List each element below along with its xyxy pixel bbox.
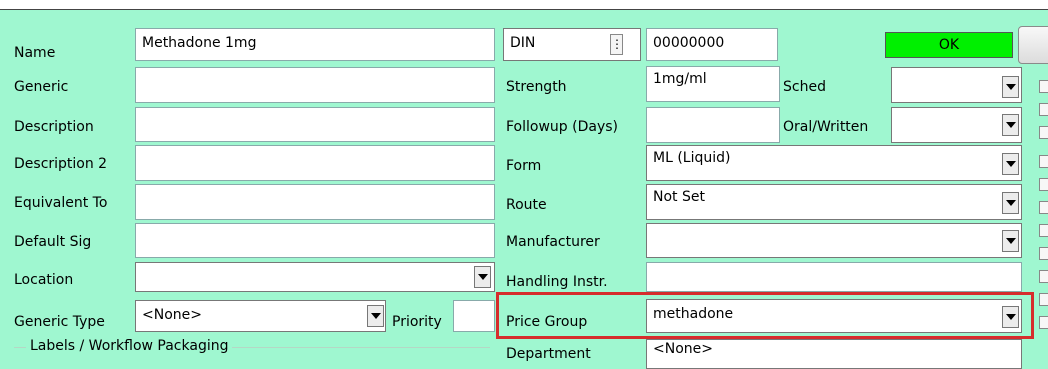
sched-dropdown-button[interactable] — [1002, 76, 1019, 98]
price-group-highlight — [496, 292, 1034, 339]
checkbox[interactable] — [1039, 80, 1048, 93]
handling-instr-label: Handling Instr. — [506, 274, 608, 290]
priority-label: Priority — [392, 314, 442, 330]
chevron-down-icon — [477, 274, 488, 280]
route-dropdown-button[interactable] — [1002, 192, 1019, 214]
department-select[interactable]: <None> — [646, 339, 1022, 369]
route-label: Route — [506, 197, 547, 213]
sched-label: Sched — [783, 79, 826, 95]
din-number-input[interactable]: 00000000 — [646, 28, 778, 61]
ok-button[interactable]: OK — [885, 32, 1013, 58]
form-select[interactable]: ML (Liquid) — [646, 145, 1022, 181]
followup-days-input[interactable] — [646, 107, 780, 143]
form-dropdown-button[interactable] — [1002, 153, 1019, 175]
equivalent-to-label: Equivalent To — [14, 195, 108, 211]
manufacturer-select[interactable] — [646, 223, 1022, 258]
generic-type-label: Generic Type — [14, 314, 105, 330]
handling-instr-input[interactable] — [646, 262, 1022, 292]
checkbox[interactable] — [1039, 201, 1048, 214]
window-top-frame — [0, 0, 1048, 10]
checkbox[interactable] — [1039, 178, 1048, 191]
strength-input[interactable]: 1mg/ml — [646, 66, 780, 102]
location-select[interactable] — [135, 262, 495, 292]
equivalent-to-input[interactable] — [135, 184, 495, 220]
strength-label: Strength — [506, 79, 567, 95]
group-box-title: Labels / Workflow Packaging — [26, 337, 233, 355]
checkbox[interactable] — [1039, 126, 1048, 139]
generic-type-select[interactable]: <None> — [135, 300, 386, 332]
oral-written-dropdown-button[interactable] — [1002, 114, 1019, 136]
checkbox[interactable] — [1039, 316, 1048, 329]
name-input[interactable]: Methadone 1mg — [135, 28, 495, 61]
checkbox[interactable] — [1039, 103, 1048, 116]
chevron-down-icon — [1005, 238, 1016, 244]
checkbox[interactable] — [1039, 247, 1048, 260]
manufacturer-label: Manufacturer — [506, 234, 600, 250]
checkbox[interactable] — [1039, 155, 1048, 168]
manufacturer-dropdown-button[interactable] — [1002, 230, 1019, 252]
chevron-down-icon — [1005, 84, 1016, 90]
chevron-down-icon — [1005, 161, 1016, 167]
description2-label: Description 2 — [14, 156, 108, 172]
generic-type-dropdown-button[interactable] — [367, 305, 384, 327]
checkbox[interactable] — [1039, 224, 1048, 237]
side-button[interactable] — [1018, 26, 1048, 64]
description-label: Description — [14, 119, 94, 135]
default-sig-label: Default Sig — [14, 234, 92, 250]
name-label: Name — [14, 45, 56, 61]
chevron-down-icon — [370, 313, 381, 319]
chevron-down-icon — [1005, 200, 1016, 206]
chevron-down-icon — [1005, 122, 1016, 128]
generic-input[interactable] — [135, 67, 495, 103]
followup-days-label: Followup (Days) — [506, 119, 618, 135]
form-label: Form — [506, 158, 542, 174]
description-input[interactable] — [135, 107, 495, 142]
oral-written-label: Oral/Written — [783, 119, 869, 135]
checkbox[interactable] — [1039, 270, 1048, 283]
priority-input[interactable] — [453, 300, 495, 332]
description2-input[interactable] — [135, 145, 495, 181]
default-sig-input[interactable] — [135, 223, 495, 258]
location-dropdown-button[interactable] — [474, 266, 491, 288]
generic-label: Generic — [14, 79, 69, 95]
department-label: Department — [506, 346, 591, 362]
checkbox[interactable] — [1039, 293, 1048, 306]
location-label: Location — [14, 272, 74, 288]
din-type-spinner[interactable]: ⋮ — [610, 34, 623, 55]
route-select[interactable]: Not Set — [646, 184, 1022, 220]
